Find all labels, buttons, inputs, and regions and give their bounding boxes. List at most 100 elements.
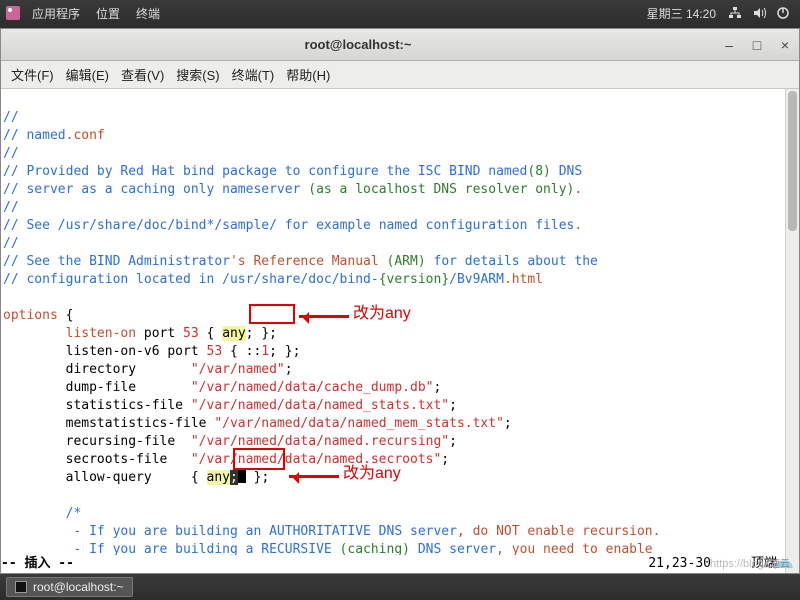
menu-view[interactable]: 查看(V) [115,65,170,84]
vim-mode: -- 插入 -- [1,555,74,573]
code-frag: (8) [527,164,550,179]
code-line: // named [3,128,66,143]
code-frag: ; [504,416,512,431]
code-line: // [3,200,19,215]
volume-icon[interactable] [752,6,766,20]
code-frag: ; }; [269,344,300,359]
code-frag: secroots-file [3,452,191,467]
annotation-label-1: 改为any [353,305,411,323]
code-frag: listen-on [66,326,136,341]
code-frag: }; [254,326,277,341]
power-icon[interactable] [776,6,790,20]
scrollbar-thumb[interactable] [788,91,797,231]
code-frag: "/var/named/data/named_mem_stats.txt" [214,416,504,431]
gnome-taskbar: root@localhost:~ [0,574,800,600]
code-line: // [3,236,19,251]
vim-statusline: -- 插入 -- 21,23-30 顶端 [1,555,785,573]
code-frag: (as a localhost DNS resolver only) [308,182,574,197]
code-frag: DNS [551,164,582,179]
code-frag: "/var/named/data/named.secroots" [191,452,441,467]
vim-scroll-pct: 顶端 [751,555,785,573]
code-frag: "/var/named/data/cache_dump.db" [191,380,434,395]
code-frag: "/var/named/data/named.recursing" [191,434,449,449]
code-frag: /* [3,506,81,521]
annotation-arrow-1 [299,315,349,318]
code-frag: { [199,326,222,341]
terminal-window: root@localhost:~ – □ × 文件(F) 编辑(E) 查看(V)… [0,28,800,574]
terminal-scrollbar[interactable] [785,89,799,573]
menu-edit[interactable]: 编辑(E) [60,65,115,84]
code-frag: . [574,182,582,197]
menu-search[interactable]: 搜索(S) [170,65,225,84]
code-frag: directory [3,362,191,377]
code-frag: , do NOT enable recursion. [457,524,661,539]
code-frag: 53 [207,344,223,359]
window-titlebar[interactable]: root@localhost:~ – □ × [1,29,799,61]
code-frag: for example named configuration files [277,218,574,233]
code-frag: recursing-file [3,434,191,449]
code-frag: (ARM) [387,254,426,269]
minimize-button[interactable]: – [719,35,739,55]
code-frag: 1 [261,344,269,359]
code-frag: dump-file [3,380,191,395]
panel-menu-terminal[interactable]: 终端 [128,5,168,22]
code-line: // configuration located in [3,272,222,287]
code-frag: for details about the [426,254,598,269]
code-line: // Provided by Red Hat bind package to c… [3,164,527,179]
code-frag: { :: [222,344,261,359]
annotation-label-2: 改为any [343,465,401,483]
menu-help[interactable]: 帮助(H) [280,65,336,84]
window-title: root@localhost:~ [1,37,715,52]
code-frag: ; [441,452,449,467]
code-frag: memstatistics-file [3,416,214,431]
code-frag: { [58,308,74,323]
menu-terminal[interactable]: 终端(T) [226,65,281,84]
gnome-top-panel: 应用程序 位置 终端 星期三 14:20 [0,0,800,26]
code-frag: .html [504,272,543,287]
code-line: // [3,110,19,125]
panel-menu-places[interactable]: 位置 [88,5,128,22]
code-frag: listen-on-v6 port [3,344,207,359]
menubar: 文件(F) 编辑(E) 查看(V) 搜索(S) 终端(T) 帮助(H) [1,61,799,89]
code-frag: . [574,218,582,233]
code-frag: ; [246,326,254,341]
text-cursor [238,469,246,483]
code-frag: "/var/named" [191,362,285,377]
code-frag: ; [449,398,457,413]
code-line: // See [3,218,58,233]
code-frag: ; [285,362,293,377]
code-frag: port [136,326,183,341]
code-frag: - If you are building an AUTHORITATIVE D… [3,524,457,539]
network-icon[interactable] [728,6,742,20]
close-button[interactable]: × [775,35,795,55]
code-frag: 53 [183,326,199,341]
code-frag: /usr/share/doc/bind*/sample/ [58,218,277,233]
menu-file[interactable]: 文件(F) [5,65,60,84]
code-frag: ; [449,434,457,449]
terminal-content[interactable]: // // named.conf // // Provided by Red H… [1,89,799,573]
code-line: // [3,146,19,161]
code-frag: }; [246,470,269,485]
annotation-box-1 [249,304,295,324]
code-frag: "/var/named/data/named_stats.txt" [191,398,449,413]
code-frag: 's Reference Manual [230,254,387,269]
taskbar-item-label: root@localhost:~ [33,580,124,594]
panel-tray [724,6,794,20]
code-frag: {version} [379,272,449,287]
code-frag: /Bv9ARM [449,272,504,287]
code-keyword-options: options [3,308,58,323]
code-frag: ; [433,380,441,395]
code-frag: ; [230,470,238,485]
taskbar-item-terminal[interactable]: root@localhost:~ [6,577,133,597]
code-any2: any [207,470,230,485]
code-line: // server as a caching only nameserver [3,182,308,197]
terminal-icon [15,581,27,593]
panel-clock[interactable]: 星期三 14:20 [639,5,724,22]
code-line: // See the BIND Administrator [3,254,230,269]
code-frag: /usr/share/doc/bind- [222,272,379,287]
code-frag: statistics-file [3,398,191,413]
maximize-button[interactable]: □ [747,35,767,55]
vim-cursor-pos: 21,23-30 [648,555,751,573]
panel-menu-applications[interactable]: 应用程序 [24,5,88,22]
code-any1: any [222,326,245,341]
